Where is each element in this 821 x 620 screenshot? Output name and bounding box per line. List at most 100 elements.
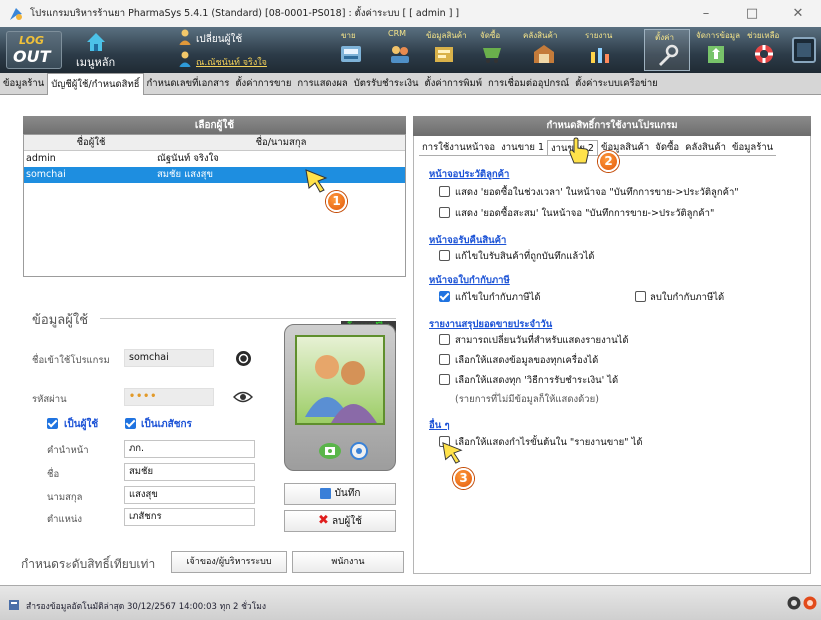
option-checkbox[interactable] [439, 250, 450, 261]
tab-device-connection[interactable]: การเชื่อมต่ออุปกรณ์ [485, 73, 572, 95]
section-returns: หน้าจอรับคืนสินค้า [429, 235, 507, 246]
permission-level-label: กำหนดระดับสิทธิ์เทียบเท่า [21, 557, 156, 571]
home-icon[interactable] [84, 30, 108, 54]
callout-1: 1 [326, 191, 347, 212]
warehouse-label: คลังสินค้า [523, 31, 558, 40]
user-list: ชื่อผู้ใช้ ชื่อ/นามสกุล admin ณัฐนันท์ จ… [23, 134, 406, 277]
save-button[interactable]: บันทึก [284, 483, 396, 505]
section-customer-history: หน้าจอประวัติลูกค้า [429, 169, 510, 180]
settings-button-frame[interactable]: ตั้งค่า [644, 29, 690, 71]
manage-data-icon[interactable] [704, 42, 728, 66]
maximize-icon[interactable]: □ [729, 0, 775, 27]
purchase-icon[interactable] [480, 42, 504, 66]
camera-icon[interactable] [318, 442, 342, 460]
tab-user-accounts[interactable]: บัญชีผู้ใช้/กำหนดสิทธิ์ [47, 73, 144, 95]
callout-2: 2 [598, 151, 619, 172]
report-icon[interactable] [588, 42, 612, 66]
crm-label: CRM [388, 29, 407, 38]
minimize-icon[interactable]: – [683, 0, 729, 27]
save-button-label: บันทึก [334, 488, 361, 499]
tab-shop-info[interactable]: ข้อมูลร้าน [0, 73, 47, 95]
option-checkbox[interactable] [439, 186, 450, 197]
is-user-checkbox[interactable] [47, 418, 58, 429]
tab-sales-settings[interactable]: ตั้งค่าการขาย [232, 73, 294, 95]
browse-image-icon[interactable] [349, 442, 369, 460]
tab-display[interactable]: การแสดงผล [294, 73, 350, 95]
is-pharmacist-checkbox[interactable] [125, 418, 136, 429]
last-name-field[interactable]: แสงสุข [124, 486, 255, 504]
check-login-icon[interactable] [235, 350, 252, 367]
tab-shop-data[interactable]: ข้อมูลร้าน [729, 140, 776, 155]
avatar[interactable] [295, 335, 385, 425]
callout-3: 3 [453, 468, 474, 489]
row-username: admin [26, 153, 56, 164]
backup-icon [9, 600, 19, 610]
row-fullname: ณัฐนันท์ จริงใจ [157, 153, 219, 164]
close-icon[interactable]: ✕ [775, 0, 821, 27]
position-field[interactable]: เภสัชกร [124, 508, 255, 526]
user-row-somchai[interactable]: somchai สมชัย แสงสุข [24, 167, 405, 183]
tab-print-settings[interactable]: ตั้งค่าการพิมพ์ [422, 73, 485, 95]
option-checkbox[interactable] [635, 291, 646, 302]
tab-payment-cards[interactable]: บัตรรับชำระเงิน [351, 73, 422, 95]
manage-data-label: จัดการข้อมูล [696, 31, 740, 40]
user-row-admin[interactable]: admin ณัฐนันท์ จริงใจ [24, 151, 405, 167]
cursor-arrow-icon [442, 442, 463, 464]
app-logo-icon [10, 7, 22, 20]
user-list-header: เลือกผู้ใช้ [23, 116, 406, 136]
option-label: เลือกให้แสดงข้อมูลของทุกเครื่องได้ [455, 355, 599, 366]
first-name-field[interactable]: สมชัย [124, 463, 255, 481]
title-bar: โปรแกรมบริหารร้านยา PharmaSys 5.4.1 (Sta… [0, 0, 821, 27]
prefix-field[interactable]: ภก. [124, 440, 255, 458]
change-user-button[interactable]: เปลี่ยนผู้ใช้ [196, 32, 242, 47]
is-pharmacist-label: เป็นเภสัชกร [141, 419, 192, 430]
status-r-icon[interactable] [803, 596, 817, 610]
window-title: โปรแกรมบริหารร้านยา PharmaSys 5.4.1 (Sta… [30, 8, 460, 19]
option-label: แสดง 'ยอดซื้อสะสม' ในหน้าจอ "บันทึกการขา… [455, 208, 715, 219]
login-label: ชื่อเข้าใช้โปรแกรม [32, 355, 110, 366]
user-list-columns: ชื่อผู้ใช้ ชื่อ/นามสกุล [24, 135, 405, 151]
column-fullname[interactable]: ชื่อ/นามสกุล [156, 135, 405, 150]
position-label: ตำแหน่ง [47, 514, 83, 525]
tab-warehouse[interactable]: คลังสินค้า [682, 140, 729, 155]
backup-status: สำรองข้อมูลอัตโนมัติล่าสุด 30/12/2567 14… [26, 602, 267, 612]
option-checkbox[interactable] [439, 207, 450, 218]
tab-screen-usage[interactable]: การใช้งานหน้าจอ [419, 140, 498, 155]
report-label: รายงาน [585, 31, 613, 40]
save-disk-icon [319, 487, 331, 499]
owner-admin-button[interactable]: เจ้าของ/ผู้บริหารระบบ [171, 551, 287, 573]
logout-button[interactable]: LOG OUT [6, 31, 62, 69]
login-field[interactable]: somchai [124, 349, 214, 367]
status-d-icon[interactable] [787, 596, 801, 610]
delete-x-icon: ✖ [318, 513, 329, 528]
current-user-link[interactable]: ณ.ณัชนันท์ จริงใจ [196, 55, 267, 69]
option-checkbox[interactable] [439, 354, 450, 365]
tab-purchase[interactable]: จัดซื้อ [652, 140, 682, 155]
delete-user-button[interactable]: ✖ ลบผู้ใช้ [284, 510, 396, 532]
exit-screen-icon[interactable] [791, 36, 817, 64]
tab-sales-1[interactable]: งานขาย 1 [498, 140, 547, 155]
show-password-eye-icon[interactable] [233, 390, 253, 404]
password-field[interactable]: •••• [124, 388, 214, 406]
last-name-label: นามสกุล [47, 492, 83, 503]
column-username[interactable]: ชื่อผู้ใช้ [24, 135, 156, 150]
crm-button-icon[interactable] [388, 42, 412, 66]
tab-document-numbers[interactable]: กำหนดเลขที่เอกสาร [144, 73, 233, 95]
sell-button-icon[interactable] [339, 42, 363, 66]
warehouse-icon[interactable] [532, 42, 556, 66]
delete-user-label: ลบผู้ใช้ [331, 516, 362, 527]
row-fullname: สมชัย แสงสุข [157, 169, 213, 180]
staff-button[interactable]: พนักงาน [292, 551, 404, 573]
prefix-label: คำนำหน้า [47, 445, 89, 456]
user-icon [179, 29, 191, 45]
option-checkbox[interactable] [439, 374, 450, 385]
main-menu-button[interactable]: เมนูหลัก [76, 53, 115, 71]
product-info-icon[interactable] [432, 42, 456, 66]
cursor-hand-icon [569, 137, 589, 164]
help-lifebuoy-icon[interactable] [752, 42, 776, 66]
tab-network-settings[interactable]: ตั้งค่าระบบเครือข่าย [572, 73, 661, 95]
option-checkbox-checked[interactable] [439, 291, 450, 302]
option-checkbox[interactable] [439, 334, 450, 345]
user-avatar-icon [305, 355, 377, 423]
password-label: รหัสผ่าน [32, 394, 67, 405]
